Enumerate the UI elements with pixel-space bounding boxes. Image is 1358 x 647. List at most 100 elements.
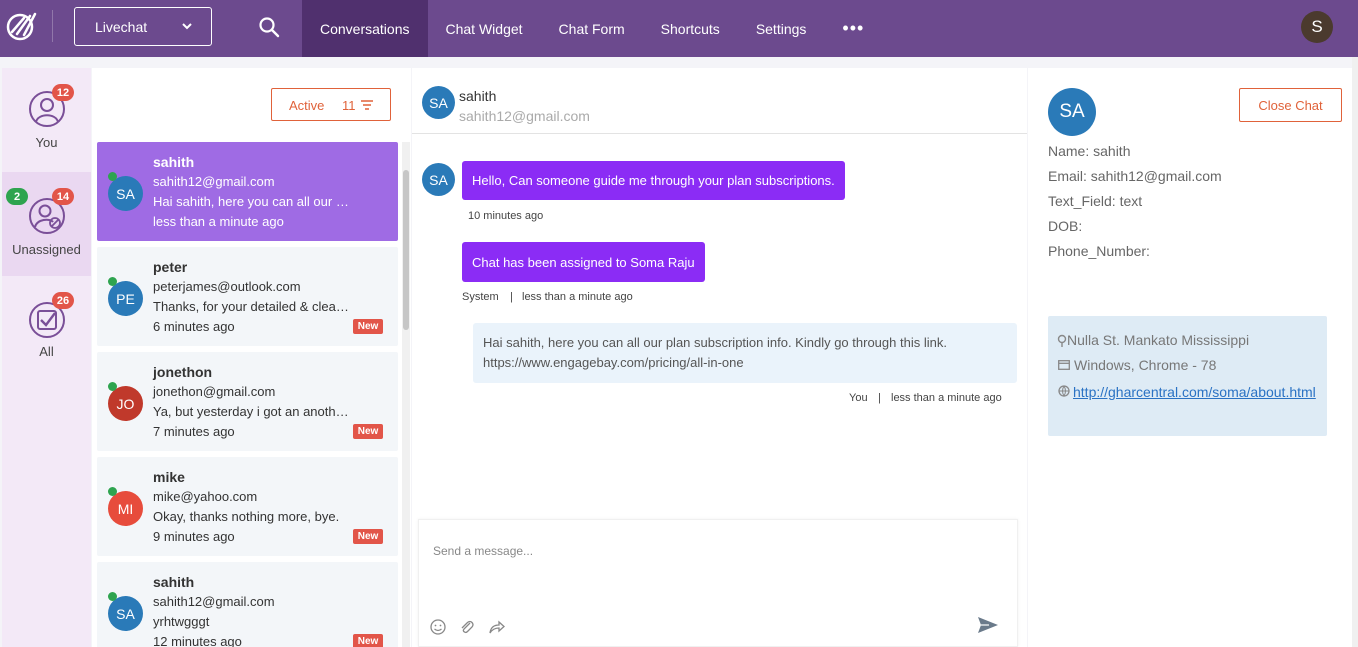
contact-phone-field: Phone_Number:: [1048, 243, 1150, 259]
system-message: Chat has been assigned to Soma Raju: [462, 242, 705, 282]
online-status-dot: [108, 487, 117, 496]
filter-all-label: All: [39, 344, 54, 359]
unassigned-green-badge: 2: [6, 188, 28, 205]
all-count-badge: 26: [52, 292, 74, 309]
contact-info-panel: SA Close Chat Name: sahith Email: sahith…: [1028, 68, 1358, 647]
more-dots-icon: •••: [842, 18, 865, 38]
active-filter-label: Active: [289, 98, 325, 113]
avatar: SA: [422, 86, 455, 119]
filter-all[interactable]: 26 All: [2, 276, 91, 380]
conversation-preview: Hai sahith, here you can all our plan su…: [153, 194, 351, 209]
filter-icon: [361, 100, 373, 110]
new-badge: New: [353, 424, 383, 439]
conversation-name: mike: [153, 469, 185, 485]
online-status-dot: [108, 277, 117, 286]
conversation-name: jonethon: [153, 364, 213, 380]
forward-icon[interactable]: [487, 618, 505, 636]
avatar: SA: [108, 176, 143, 211]
chat-contact-email: sahith12@gmail.com: [459, 108, 590, 124]
new-badge: New: [353, 529, 383, 544]
online-status-dot: [108, 382, 117, 391]
conversation-email: peterjames@outlook.com: [153, 279, 301, 294]
conversation-email: sahith12@gmail.com: [153, 174, 275, 189]
avatar: JO: [108, 386, 143, 421]
search-icon[interactable]: [258, 16, 280, 38]
top-navigation-bar: Livechat Conversations Chat Widget Chat …: [0, 0, 1358, 57]
chevron-down-icon: [182, 23, 192, 30]
conversation-item[interactable]: JO jonethon jonethon@gmail.com Ya, but y…: [97, 352, 398, 451]
conversation-name: peter: [153, 259, 188, 275]
send-icon[interactable]: [977, 615, 999, 635]
location-pin-icon: [1057, 334, 1067, 347]
conversation-item[interactable]: SA sahith sahith12@gmail.com Hai sahith,…: [97, 142, 398, 241]
app-logo-icon[interactable]: [4, 8, 38, 42]
nav-conversations[interactable]: Conversations: [302, 0, 428, 57]
channel-select-label: Livechat: [95, 19, 148, 35]
conversation-email: jonethon@gmail.com: [153, 384, 276, 399]
conversation-item[interactable]: MI mike mike@yahoo.com Okay, thanks noth…: [97, 457, 398, 556]
conversation-item[interactable]: PE peter peterjames@outlook.com Thanks, …: [97, 247, 398, 346]
avatar: SA: [422, 163, 455, 196]
chat-panel: SA sahith sahith12@gmail.com SA Hello, C…: [412, 68, 1027, 647]
contact-name-field: Name: sahith: [1048, 143, 1131, 159]
chat-header: SA sahith sahith12@gmail.com: [412, 68, 1027, 134]
nav-settings[interactable]: Settings: [738, 0, 825, 57]
online-status-dot: [108, 172, 117, 181]
conversation-item[interactable]: SA sahith sahith12@gmail.com yrhtwgggt 1…: [97, 562, 398, 647]
channel-select[interactable]: Livechat: [74, 7, 212, 46]
contact-avatar: SA: [1048, 88, 1096, 136]
main-nav: Conversations Chat Widget Chat Form Shor…: [302, 0, 882, 57]
filter-unassigned-label: Unassigned: [12, 242, 81, 257]
conversation-email: sahith12@gmail.com: [153, 594, 275, 609]
filter-you[interactable]: 12 You: [2, 68, 91, 172]
emoji-icon[interactable]: [429, 618, 447, 636]
conversation-preview: Thanks, for your detailed & clear info.: [153, 299, 351, 314]
new-badge: New: [353, 319, 383, 334]
filter-you-label: You: [35, 135, 58, 150]
nav-chat-form[interactable]: Chat Form: [541, 0, 643, 57]
conversation-time: 9 minutes ago: [153, 529, 235, 544]
message-composer[interactable]: Send a message...: [418, 519, 1018, 647]
conversation-name: sahith: [153, 574, 195, 590]
new-badge: New: [353, 634, 383, 647]
contact-dob-field: DOB:: [1048, 218, 1083, 234]
visitor-browser: Windows, Chrome - 78: [1074, 357, 1217, 373]
close-chat-button[interactable]: Close Chat: [1239, 88, 1342, 122]
visitor-details-box: Nulla St. Mankato Mississippi Windows, C…: [1048, 316, 1327, 436]
conversation-email: mike@yahoo.com: [153, 489, 258, 504]
filter-unassigned[interactable]: 2 14 Unassigned: [2, 172, 91, 276]
message-time: less than a minute ago: [891, 392, 1002, 404]
nav-shortcuts[interactable]: Shortcuts: [643, 0, 738, 57]
outgoing-message: Hai sahith, here you can all our plan su…: [473, 323, 1017, 383]
visitor-page-link[interactable]: http://gharcentral.com/soma/about.html: [1073, 382, 1321, 402]
incoming-message: Hello, Can someone guide me through your…: [462, 161, 845, 200]
active-filter-count: 11: [342, 98, 356, 113]
conversation-name: sahith: [153, 154, 195, 170]
unassigned-count-badge: 14: [52, 188, 74, 205]
avatar: SA: [108, 596, 143, 631]
message-time: less than a minute ago: [522, 291, 633, 303]
logo-divider: [52, 10, 53, 42]
conversation-preview: yrhtwgggt: [153, 614, 210, 629]
message-sender: System: [462, 291, 499, 303]
avatar: PE: [108, 281, 143, 316]
message-sender: You: [849, 392, 868, 404]
attachment-icon[interactable]: [458, 618, 476, 636]
message-input-placeholder[interactable]: Send a message...: [433, 544, 533, 558]
contact-text-field: Text_Field: text: [1048, 193, 1143, 209]
avatar: MI: [108, 491, 143, 526]
conversation-filters: 12 You 2 14 Unassigned 26 All: [2, 68, 91, 647]
nav-chat-widget[interactable]: Chat Widget: [428, 0, 541, 57]
chat-contact-name: sahith: [459, 88, 497, 104]
active-filter-button[interactable]: Active 11: [271, 88, 391, 121]
visitor-location: Nulla St. Mankato Mississippi: [1067, 332, 1250, 348]
more-menu-button[interactable]: •••: [824, 0, 882, 57]
meta-separator: |: [510, 291, 513, 303]
conversation-scrollbar-thumb[interactable]: [403, 170, 409, 330]
conversation-time: 6 minutes ago: [153, 319, 235, 334]
page-scrollbar[interactable]: [1352, 57, 1358, 647]
conversation-preview: Okay, thanks nothing more, bye.: [153, 509, 340, 524]
message-time: 10 minutes ago: [468, 210, 544, 222]
user-avatar[interactable]: S: [1301, 11, 1333, 43]
conversation-time: 12 minutes ago: [153, 634, 242, 647]
